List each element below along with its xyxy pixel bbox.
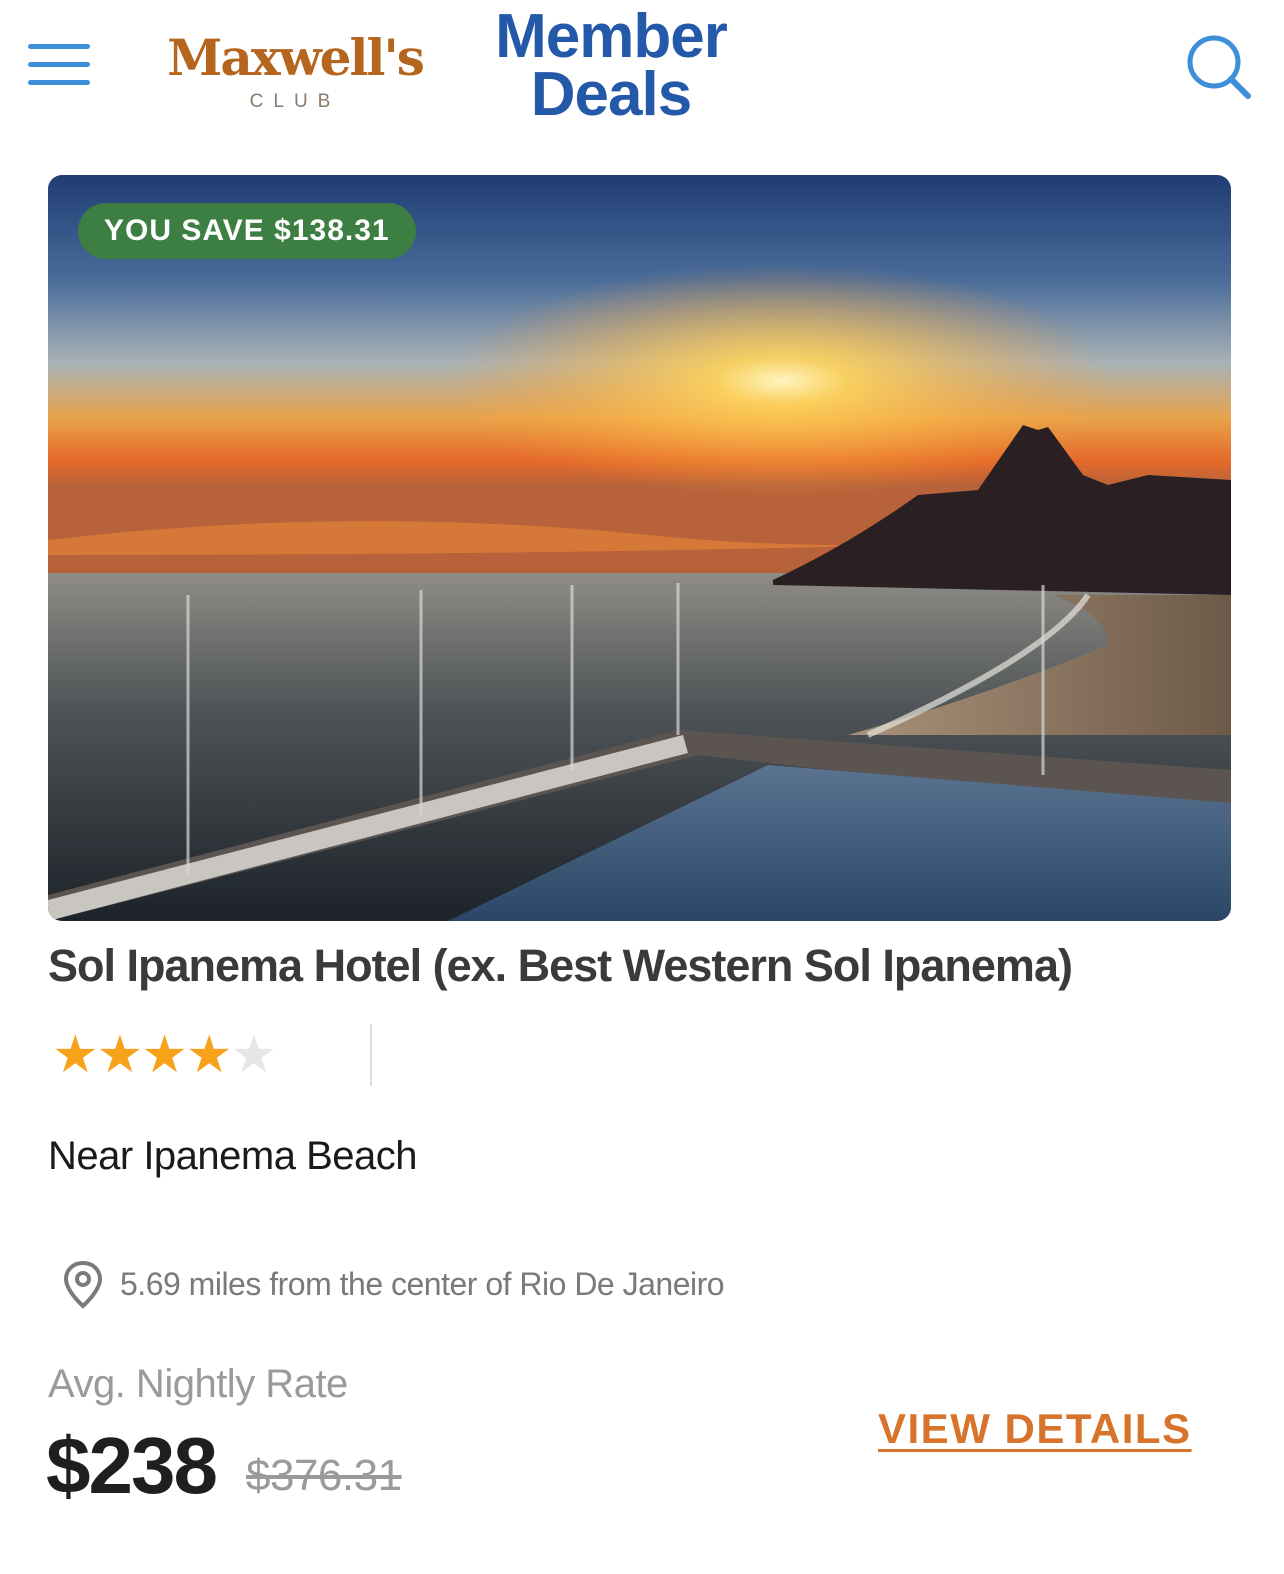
star-icon: ★ [52, 1026, 99, 1084]
neighborhood-label: Near Ipanema Beach [48, 1134, 418, 1178]
nightly-price: $238 [46, 1421, 218, 1510]
distance-text: 5.69 miles from the center of Rio De Jan… [120, 1266, 725, 1302]
maxwells-club-logo[interactable]: Maxwell's CLUB [150, 26, 440, 122]
hotel-photo[interactable] [48, 175, 1231, 921]
menu-icon[interactable] [28, 40, 92, 90]
star-icon: ★ [185, 1026, 233, 1084]
search-icon[interactable] [1184, 32, 1254, 102]
view-details-link[interactable]: VIEW DETAILS [878, 1402, 1192, 1456]
hotel-name[interactable]: Sol Ipanema Hotel (ex. Best Western Sol … [48, 936, 1248, 996]
savings-badge: YOU SAVE $138.31 [78, 203, 416, 259]
star-icon: ★ [96, 1026, 144, 1084]
star-rating: ★★★★★ [52, 1026, 278, 1084]
star-icon: ★ [141, 1026, 188, 1084]
rate-label: Avg. Nightly Rate [48, 1362, 348, 1406]
original-price: $376.31 [246, 1451, 402, 1500]
location-pin-icon [62, 1260, 104, 1310]
star-icon: ★ [230, 1026, 278, 1084]
rating-divider [370, 1024, 372, 1086]
member-deals-line2: Deals [530, 60, 692, 129]
logo-name: Maxwell's [167, 28, 425, 87]
member-deals-line1: Member [495, 2, 728, 71]
header: Maxwell's CLUB Member Deals [0, 0, 1284, 150]
logo-subtitle: CLUB [249, 91, 341, 112]
member-deals-title: Member Deals [486, 2, 736, 129]
